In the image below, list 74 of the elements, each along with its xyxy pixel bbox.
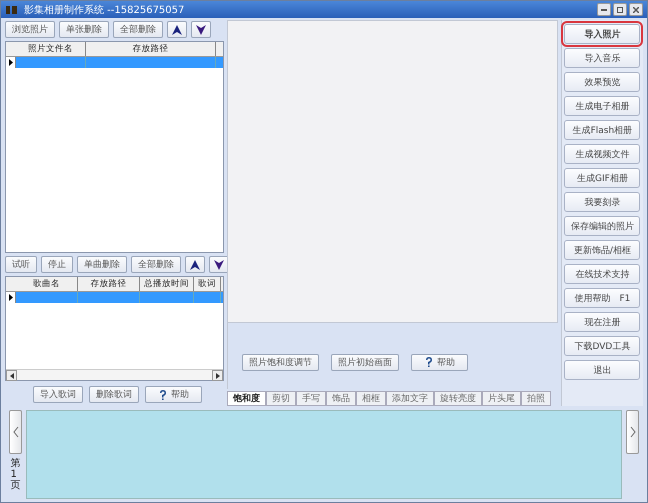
toolbar-button[interactable]: 全部删除 xyxy=(113,21,163,38)
column-header[interactable]: 歌曲名 xyxy=(16,277,78,291)
minimize-icon xyxy=(601,8,607,10)
column-header[interactable]: 存放路径 xyxy=(86,42,216,56)
toolbar-button[interactable]: 照片饱和度调节 xyxy=(242,354,319,370)
action-button[interactable]: 使用帮助 F1 xyxy=(564,288,640,308)
chevron-left-icon xyxy=(10,372,14,378)
up-arrow-icon xyxy=(171,24,183,36)
action-button[interactable]: 我要刻录 xyxy=(564,192,640,212)
app-icon xyxy=(5,4,18,15)
toolbar-button[interactable]: 导入歌词 xyxy=(33,386,83,403)
action-button[interactable]: 生成电子相册 xyxy=(564,96,640,116)
table-row[interactable] xyxy=(6,57,223,68)
close-button[interactable] xyxy=(629,3,643,16)
help-button[interactable]: 帮助 xyxy=(411,354,468,370)
edit-tab[interactable]: 相框 xyxy=(356,391,386,406)
column-header[interactable]: 存放路径 xyxy=(78,277,140,291)
table-row[interactable] xyxy=(6,292,223,303)
window-title: 影集相册制作系统 --15825675057 xyxy=(24,4,186,16)
move-up-button[interactable] xyxy=(185,256,205,273)
action-button[interactable]: 更新饰品/相框 xyxy=(564,240,640,260)
toolbar-button[interactable]: 停止 xyxy=(41,256,73,273)
down-arrow-icon xyxy=(213,258,225,270)
minimize-button[interactable] xyxy=(597,3,611,16)
toolbar-button[interactable]: 单曲删除 xyxy=(77,256,127,273)
action-button[interactable]: 效果预览 xyxy=(564,72,640,92)
row-pointer-icon xyxy=(8,294,12,301)
column-header[interactable]: 歌词 xyxy=(194,277,221,291)
previous-page-button[interactable] xyxy=(9,410,22,454)
toolbar-button[interactable]: 全部删除 xyxy=(131,256,181,273)
help-button[interactable]: 帮助 xyxy=(145,386,202,403)
column-header[interactable]: 照片文件名 xyxy=(16,42,86,56)
toolbar-button[interactable]: 浏览照片 xyxy=(5,21,55,38)
toolbar-button[interactable]: 删除歌词 xyxy=(89,386,139,403)
edit-tab[interactable]: 旋转亮度 xyxy=(434,391,482,406)
help-icon xyxy=(424,356,434,368)
action-button[interactable]: 生成GIF相册 xyxy=(564,168,640,188)
move-up-button[interactable] xyxy=(167,21,187,38)
edit-tab[interactable]: 拍照 xyxy=(521,391,551,406)
toolbar-button[interactable]: 试听 xyxy=(5,256,37,273)
edit-tab[interactable]: 添加文字 xyxy=(386,391,434,406)
down-arrow-icon xyxy=(195,24,207,36)
scroll-right-button[interactable] xyxy=(212,370,223,381)
maximize-button[interactable] xyxy=(613,3,627,16)
page-label: 第1页 xyxy=(10,458,20,491)
move-down-button[interactable] xyxy=(209,256,229,273)
help-icon xyxy=(158,388,168,400)
row-pointer-icon xyxy=(8,59,12,66)
maximize-icon xyxy=(617,6,623,12)
action-button[interactable]: 下载DVD工具 xyxy=(564,336,640,356)
action-button[interactable]: 退出 xyxy=(564,360,640,380)
toolbar-button[interactable]: 照片初始画面 xyxy=(331,354,399,370)
edit-tab[interactable]: 手写 xyxy=(296,391,326,406)
chevron-right-icon xyxy=(216,372,220,378)
action-button[interactable]: 导入照片 xyxy=(564,24,640,44)
edit-tab[interactable]: 剪切 xyxy=(266,391,296,406)
action-button[interactable]: 导入音乐 xyxy=(564,48,640,68)
action-button[interactable]: 现在注册 xyxy=(564,312,640,332)
move-down-button[interactable] xyxy=(191,21,211,38)
scroll-left-button[interactable] xyxy=(6,370,17,381)
toolbar-button[interactable]: 单张删除 xyxy=(59,21,109,38)
action-button[interactable]: 生成Flash相册 xyxy=(564,120,640,140)
up-arrow-icon xyxy=(189,258,201,270)
close-icon xyxy=(633,6,639,12)
next-page-button[interactable] xyxy=(626,410,639,454)
action-button[interactable]: 在线技术支持 xyxy=(564,264,640,284)
action-button[interactable]: 生成视频文件 xyxy=(564,144,640,164)
edit-tab[interactable]: 片头尾 xyxy=(482,391,521,406)
edit-tab[interactable]: 饱和度 xyxy=(227,391,266,406)
chevron-left-icon xyxy=(12,426,18,438)
edit-tab[interactable]: 饰品 xyxy=(326,391,356,406)
chevron-right-icon xyxy=(630,426,636,438)
action-button[interactable]: 保存编辑的照片 xyxy=(564,216,640,236)
column-header[interactable]: 总播放时间 xyxy=(140,277,194,291)
